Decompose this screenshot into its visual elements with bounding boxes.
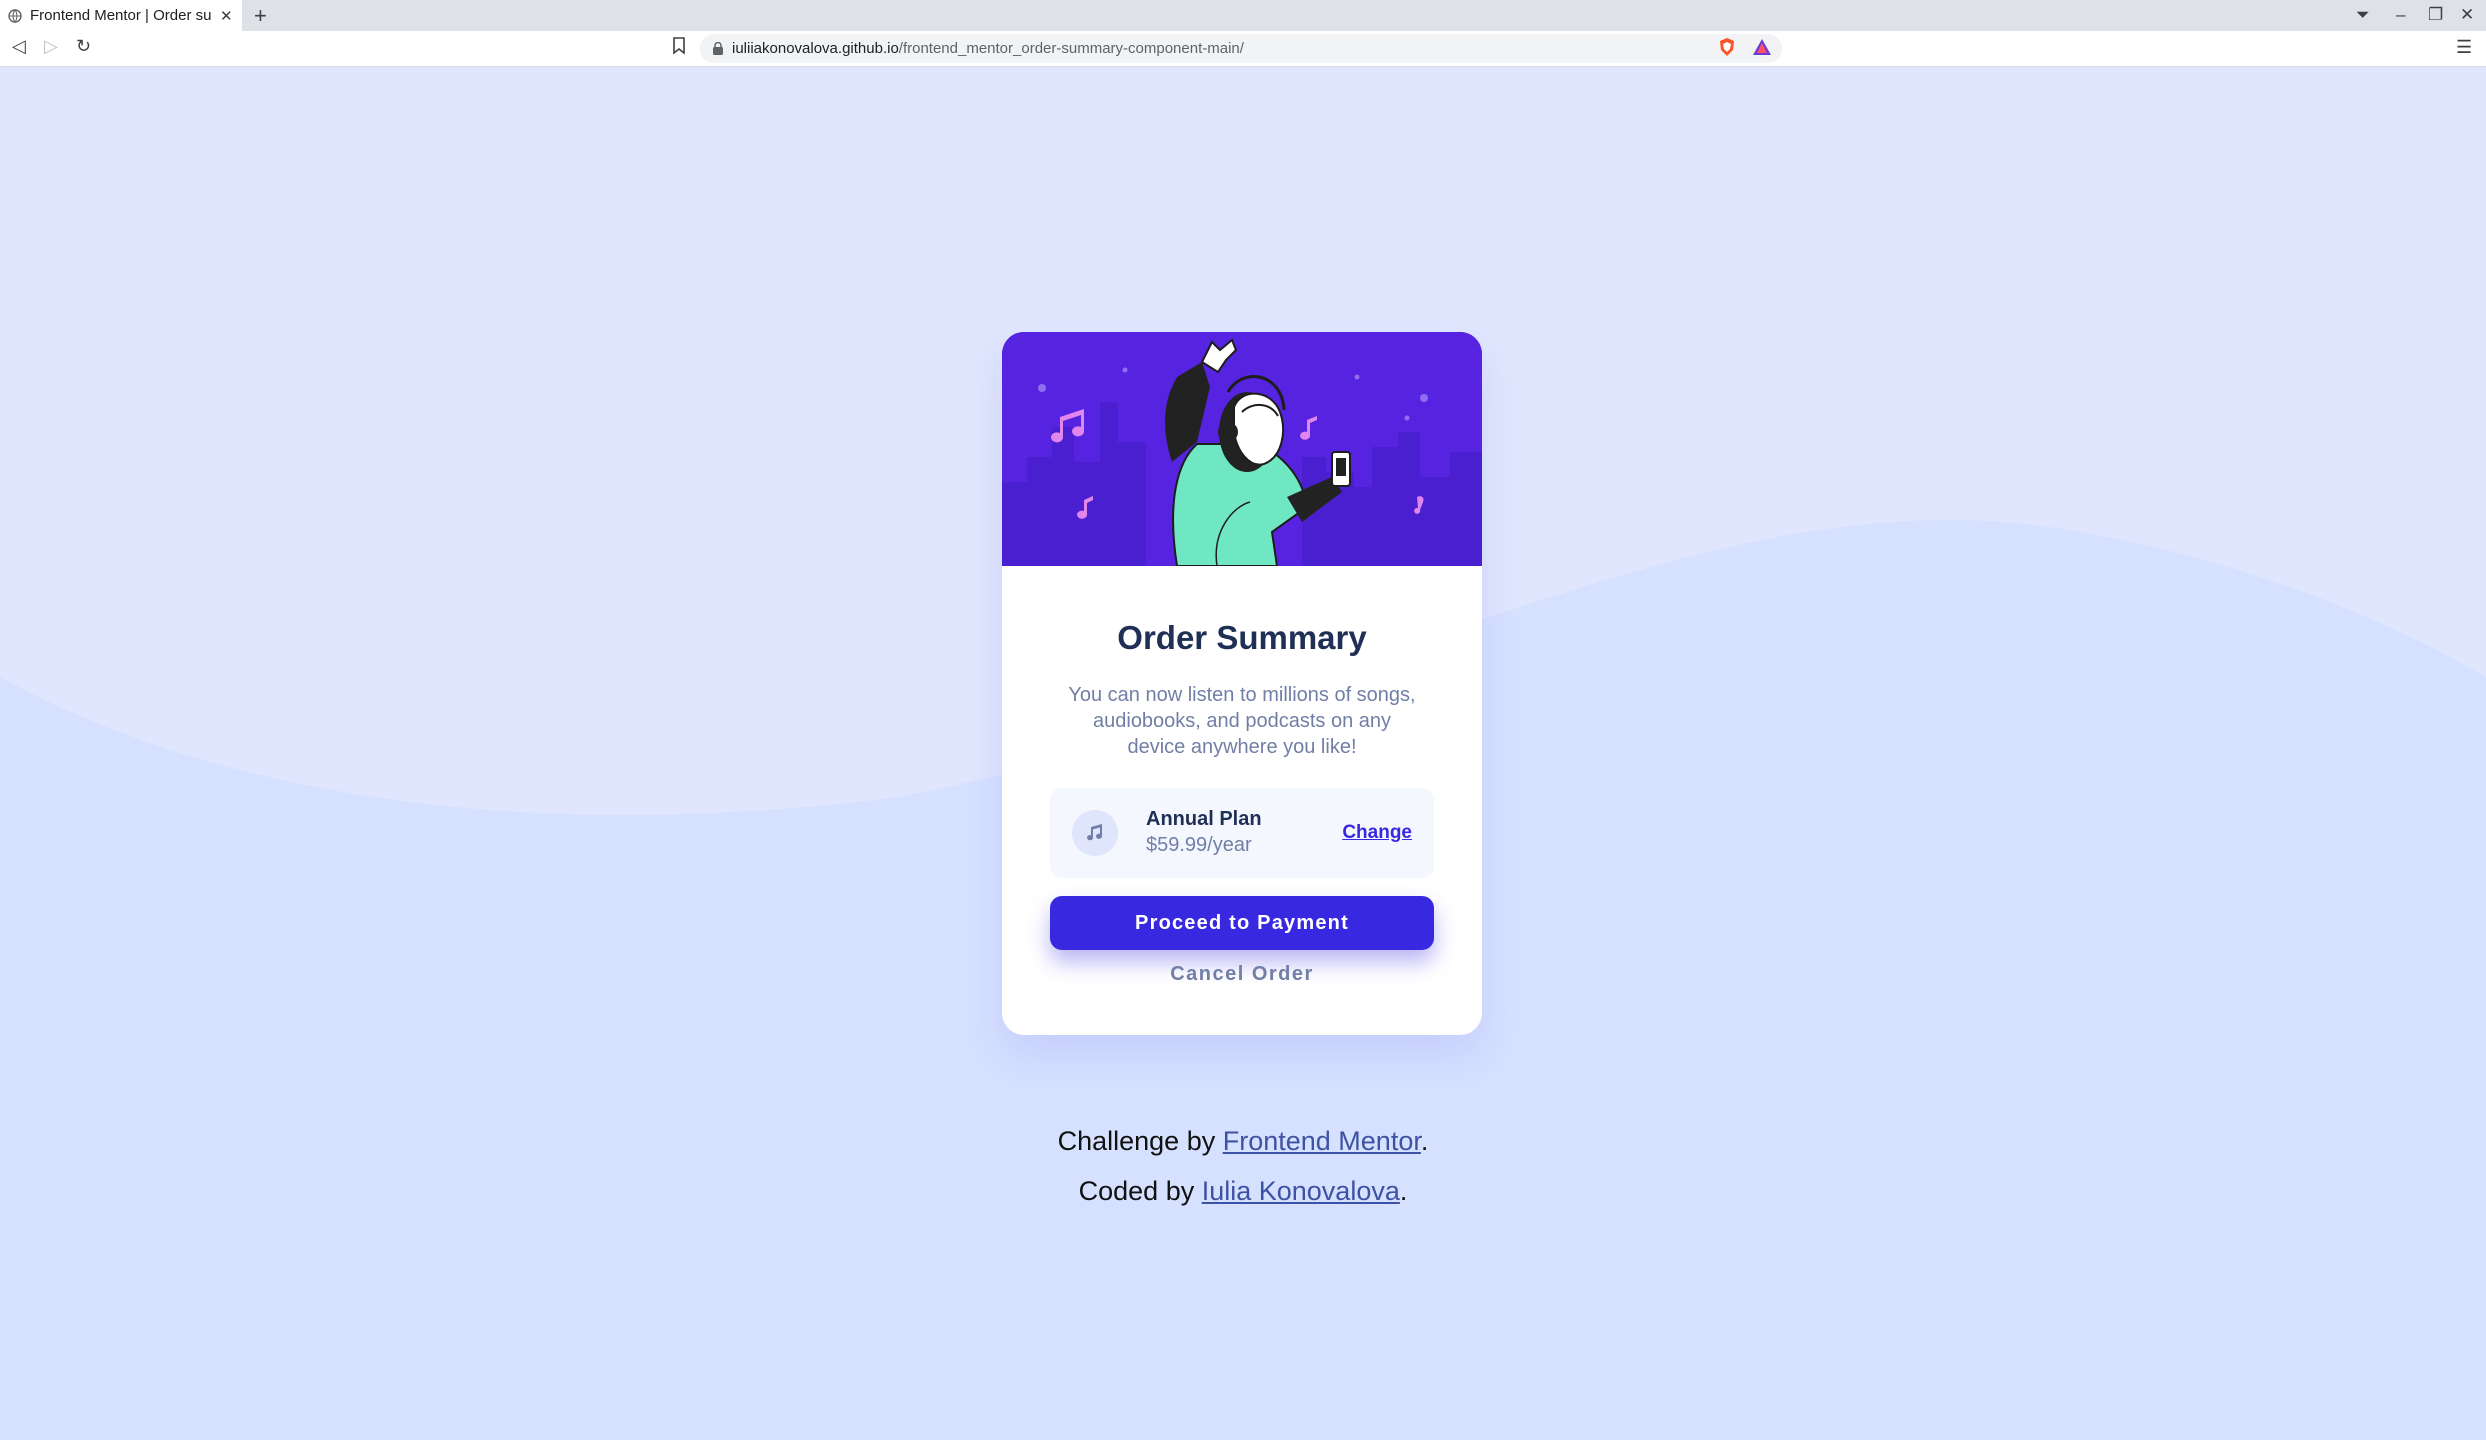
back-icon[interactable]: ◁	[12, 36, 26, 57]
tab-close-icon[interactable]: ✕	[220, 7, 233, 25]
lock-icon	[713, 42, 723, 55]
minimize-icon[interactable]: –	[2396, 5, 2405, 25]
new-tab-icon[interactable]: +	[254, 3, 267, 29]
bookmark-icon[interactable]	[672, 37, 686, 55]
attribution: Challenge by Frontend Mentor. Coded by I…	[0, 1116, 2486, 1216]
reload-icon[interactable]: ↻	[76, 36, 91, 57]
plan-name: Annual Plan	[1146, 808, 1262, 830]
music-note-icon	[1072, 810, 1118, 856]
page-body: Order Summary You can now listen to mill…	[0, 67, 2486, 1440]
restore-icon[interactable]: ❐	[2428, 5, 2443, 25]
author-link[interactable]: Iulia Konovalova	[1202, 1176, 1400, 1206]
brave-shield-icon[interactable]	[1718, 37, 1736, 57]
card-description: You can now listen to millions of songs,…	[1068, 684, 1416, 758]
browser-toolbar: ◁ ▷ ↻ iuliiakonovalova.github.io/fronten…	[0, 31, 2486, 67]
tab-search-icon[interactable]: ⏷	[2356, 5, 2370, 25]
hero-illustration	[1002, 332, 1482, 566]
url-text: iuliiakonovalova.github.io/frontend_ment…	[732, 40, 1244, 57]
card-title: Order Summary	[1117, 619, 1367, 656]
proceed-to-payment-button[interactable]: Proceed to Payment	[1050, 896, 1434, 950]
forward-icon[interactable]: ▷	[44, 36, 58, 57]
frontend-mentor-link[interactable]: Frontend Mentor	[1223, 1126, 1421, 1156]
globe-icon	[8, 8, 22, 23]
attribution-challenge: Challenge by Frontend Mentor.	[1057, 1126, 1429, 1156]
cancel-order-button[interactable]: Cancel Order	[1002, 963, 1482, 986]
change-plan-link[interactable]: Change	[1342, 822, 1412, 844]
attribution-coder: Coded by Iulia Konovalova.	[1078, 1176, 1408, 1206]
menu-icon[interactable]: ☰	[2456, 37, 2472, 58]
close-window-icon[interactable]: ✕	[2460, 5, 2474, 25]
brave-rewards-icon[interactable]	[1752, 37, 1772, 57]
browser-tab[interactable]: Frontend Mentor | Order summary ✕	[0, 0, 242, 31]
address-bar[interactable]: iuliiakonovalova.github.io/frontend_ment…	[700, 34, 1782, 63]
plan-price: $59.99/year	[1146, 834, 1252, 856]
tab-strip: Frontend Mentor | Order summary ✕ + ⏷ – …	[0, 0, 2486, 31]
order-summary-card: Order Summary You can now listen to mill…	[1002, 332, 1482, 1035]
tab-title: Frontend Mentor | Order summary	[30, 7, 212, 24]
plan-box: Annual Plan $59.99/year Change	[1050, 788, 1434, 878]
